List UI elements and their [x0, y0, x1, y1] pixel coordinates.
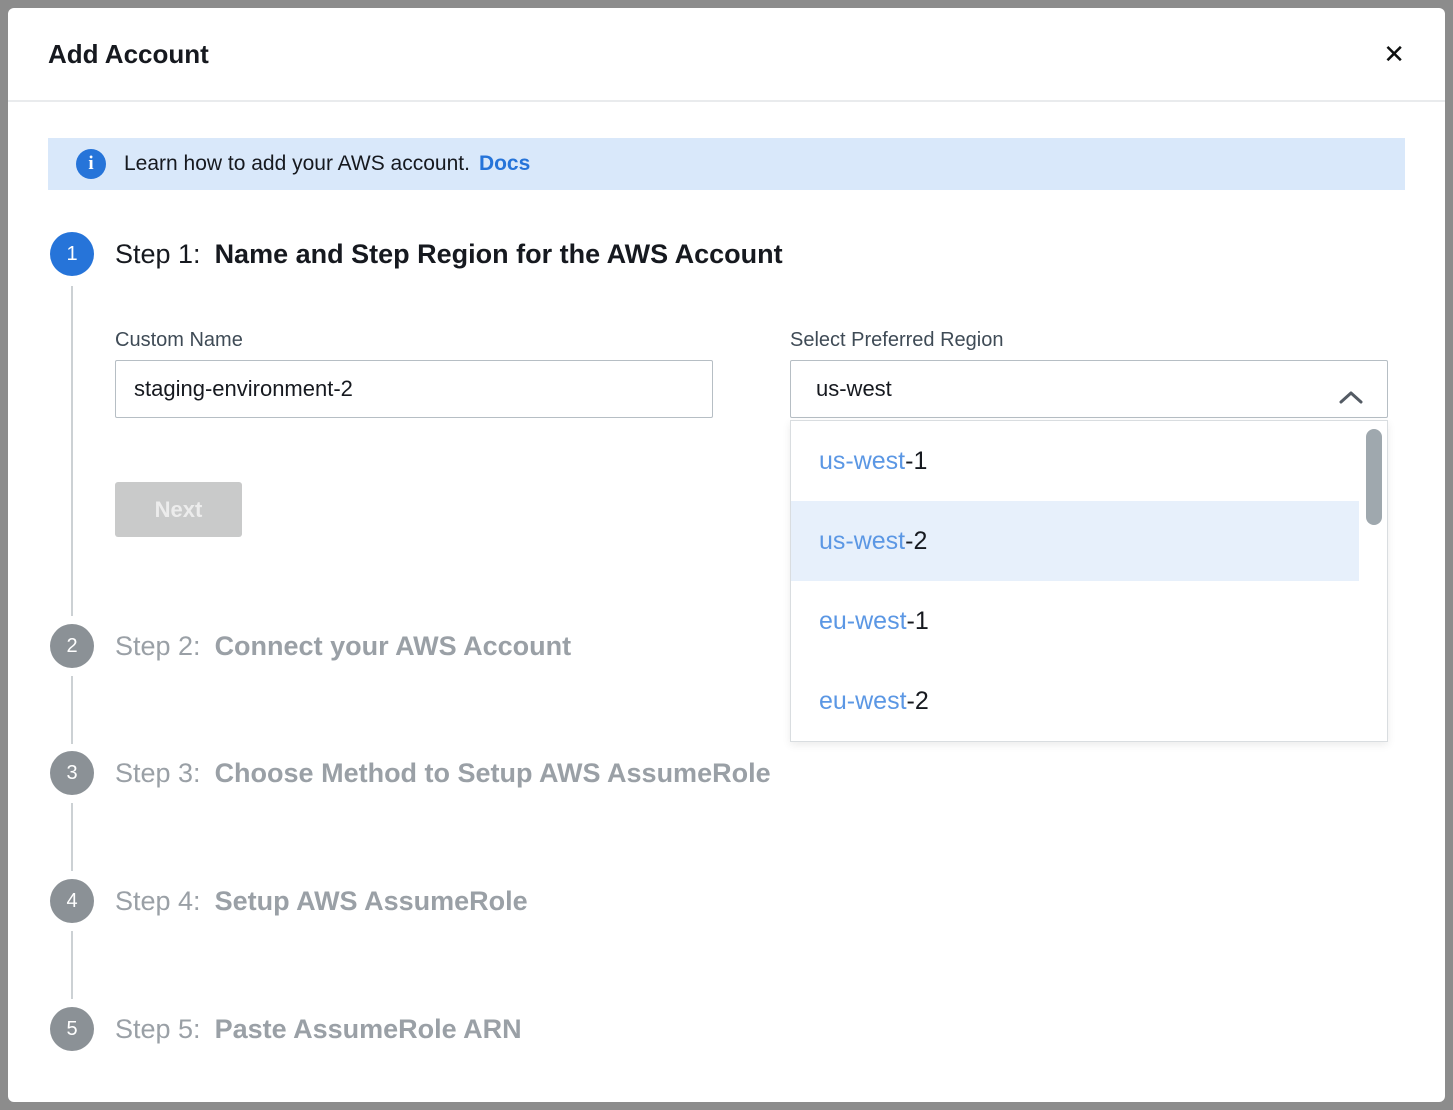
step-4-number-badge: 4 [50, 879, 94, 923]
option-rest-text: -2 [905, 527, 927, 556]
region-label: Select Preferred Region [790, 329, 1003, 352]
dropdown-option[interactable]: us-west-1 [791, 421, 1359, 501]
dropdown-option[interactable]: eu-west-2 [791, 661, 1359, 741]
step-title: Setup AWS AssumeRole [215, 886, 528, 917]
chevron-up-icon [1339, 384, 1363, 410]
add-account-modal: Add Account ✕ i Learn how to add your AW… [8, 8, 1445, 1102]
option-match-text: us-west [819, 527, 905, 556]
option-match-text: us-west [819, 447, 905, 476]
option-rest-text: -1 [905, 447, 927, 476]
dropdown-option[interactable]: us-west-2 [791, 501, 1359, 581]
info-banner: i Learn how to add your AWS account. Doc… [48, 138, 1405, 190]
header-divider [8, 100, 1445, 102]
region-select-value: us-west [816, 376, 892, 402]
step-connector [71, 931, 73, 999]
step-5-number-badge: 5 [50, 1007, 94, 1051]
custom-name-label: Custom Name [115, 329, 243, 352]
step-title: Connect your AWS Account [215, 631, 572, 662]
option-rest-text: -1 [907, 607, 929, 636]
modal-header: Add Account ✕ [8, 8, 1445, 100]
step-label: Step 4: [115, 886, 201, 917]
step-label: Step 3: [115, 758, 201, 789]
option-match-text: eu-west [819, 607, 907, 636]
step-3-number-badge: 3 [50, 751, 94, 795]
step-label: Step 1: [115, 239, 201, 270]
step-4-header: 4 Step 4: Setup AWS AssumeRole [50, 879, 528, 923]
banner-text: Learn how to add your AWS account. [124, 152, 470, 176]
step-1-header: 1 Step 1: Name and Step Region for the A… [50, 232, 783, 276]
step-title: Paste AssumeRole ARN [215, 1014, 522, 1045]
option-rest-text: -2 [907, 687, 929, 716]
step-3-header: 3 Step 3: Choose Method to Setup AWS Ass… [50, 751, 771, 795]
step-5-header: 5 Step 5: Paste AssumeRole ARN [50, 1007, 522, 1051]
step-connector [71, 803, 73, 871]
step-2-number-badge: 2 [50, 624, 94, 668]
step-2-header: 2 Step 2: Connect your AWS Account [50, 624, 571, 668]
region-dropdown: us-west-1 us-west-2 eu-west-1 eu-west-2 [790, 420, 1388, 742]
step-connector [71, 286, 73, 616]
close-icon: ✕ [1383, 39, 1405, 69]
step-label: Step 2: [115, 631, 201, 662]
region-select[interactable]: us-west [790, 360, 1388, 418]
option-match-text: eu-west [819, 687, 907, 716]
custom-name-input[interactable] [115, 360, 713, 418]
info-icon: i [76, 149, 106, 179]
next-button[interactable]: Next [115, 482, 242, 537]
step-label: Step 5: [115, 1014, 201, 1045]
step-1-number-badge: 1 [50, 232, 94, 276]
page-title: Add Account [48, 39, 209, 70]
close-button[interactable]: ✕ [1383, 41, 1405, 67]
step-connector [71, 676, 73, 744]
docs-link[interactable]: Docs [479, 152, 530, 176]
scrollbar-thumb[interactable] [1366, 429, 1382, 525]
step-title: Name and Step Region for the AWS Account [215, 239, 783, 270]
dropdown-option[interactable]: eu-west-1 [791, 581, 1359, 661]
step-title: Choose Method to Setup AWS AssumeRole [215, 758, 771, 789]
